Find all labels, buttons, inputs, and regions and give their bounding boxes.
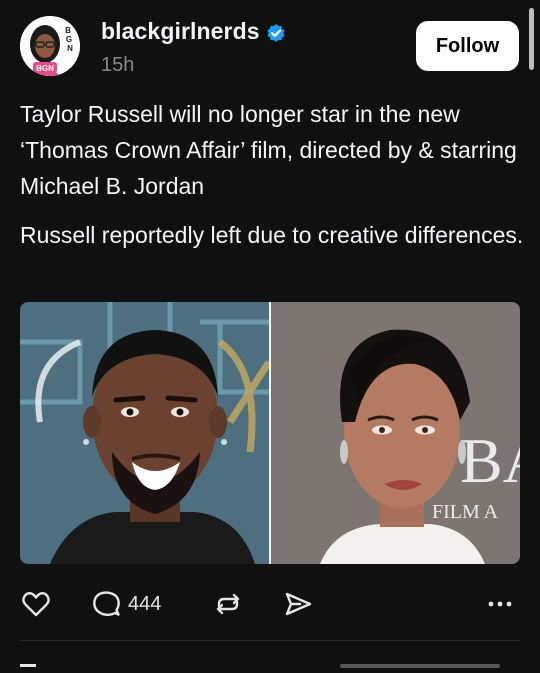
portrait-man-image[interactable]: [20, 302, 272, 564]
author-username[interactable]: blackgirlnerds: [101, 18, 286, 45]
post-body: Taylor Russell will no longer star in th…: [20, 96, 525, 266]
post-divider: [20, 640, 520, 641]
backdrop-text: BA: [460, 425, 520, 496]
next-item-peek: [20, 664, 36, 667]
heart-icon: [20, 588, 52, 620]
username-text[interactable]: blackgirlnerds: [101, 18, 260, 45]
avatar-badge-text: BGN: [36, 64, 54, 73]
portrait-woman-image[interactable]: BA FILM A: [271, 302, 520, 564]
post-paragraph: Russell reportedly left due to creative …: [20, 222, 524, 248]
repost-button[interactable]: [212, 588, 244, 620]
more-icon: [486, 588, 514, 620]
post-media[interactable]: BA FILM A: [20, 302, 520, 564]
backdrop-text: FILM A: [432, 501, 499, 523]
svg-text:G: G: [66, 35, 72, 44]
scrollbar[interactable]: [529, 8, 534, 70]
share-button[interactable]: [282, 588, 314, 620]
post-paragraph: Taylor Russell will no longer star in th…: [20, 101, 517, 199]
follow-button[interactable]: Follow: [416, 21, 519, 71]
repost-icon: [212, 588, 244, 620]
more-button[interactable]: [486, 588, 514, 620]
verified-badge-icon: [266, 22, 286, 42]
svg-text:N: N: [67, 44, 73, 53]
comment-icon: [90, 588, 122, 620]
send-icon: [282, 588, 314, 620]
svg-text:B: B: [65, 26, 71, 35]
reply-button[interactable]: 444: [90, 588, 161, 620]
author-avatar[interactable]: BGN B G N: [20, 16, 80, 76]
like-button[interactable]: [20, 588, 52, 620]
post-timestamp[interactable]: 15h: [101, 54, 134, 77]
reply-count: 444: [128, 592, 162, 615]
post-actions: 444: [20, 588, 520, 620]
next-item-peek: [340, 664, 500, 668]
